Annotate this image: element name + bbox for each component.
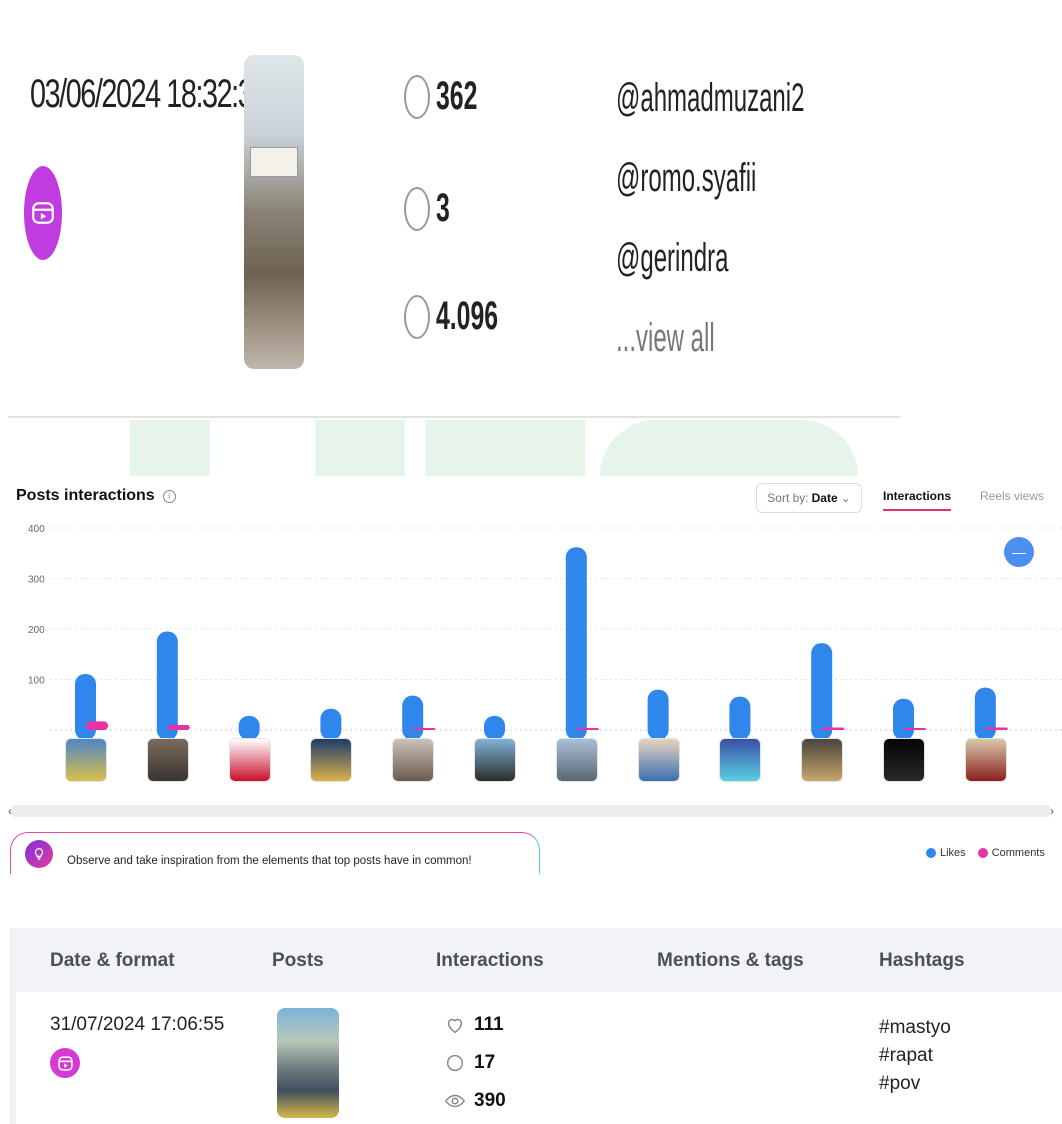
likes-bar xyxy=(974,687,996,738)
eye-icon xyxy=(404,294,430,339)
reel-icon xyxy=(24,166,62,260)
top-post-row: 03/06/2024 18:32:35 362 3 4.096 @ahmadmu… xyxy=(0,0,1062,420)
hashtag[interactable]: #rapat xyxy=(879,1042,951,1070)
hashtag[interactable]: #mastyo xyxy=(879,1014,951,1042)
post-thumbnail[interactable] xyxy=(277,1008,339,1118)
lightbulb-icon xyxy=(25,839,53,868)
comment-icon xyxy=(404,186,430,231)
horizontal-scrollbar[interactable] xyxy=(12,805,1050,817)
comments-stat: 17 xyxy=(444,1052,495,1074)
mention-item[interactable]: @ahmadmuzani2 xyxy=(616,76,804,156)
views-stat: 390 xyxy=(444,1090,506,1112)
comments-stat: 3 xyxy=(404,186,458,231)
likes-bar xyxy=(647,689,669,738)
decorative-block xyxy=(130,420,210,476)
post-thumbnail[interactable] xyxy=(474,738,516,782)
likes-bar xyxy=(156,631,178,738)
likes-bar xyxy=(565,547,587,738)
post-thumbnail[interactable] xyxy=(392,738,435,782)
mention-item[interactable]: @gerindra xyxy=(616,236,804,316)
post-thumbnail[interactable] xyxy=(310,738,353,782)
post-thumbnail[interactable] xyxy=(883,738,925,782)
views-stat: 4.096 xyxy=(404,294,536,339)
comments-bar xyxy=(822,727,845,730)
likes-stat: 362 xyxy=(404,74,503,119)
eye-icon xyxy=(444,1094,466,1108)
table-row[interactable]: 31/07/2024 17:06:55 111 17 390 #mastyo #… xyxy=(16,992,1062,1124)
legend-likes: Likes xyxy=(926,847,966,859)
comments-bar xyxy=(413,727,436,730)
col-mentions-tags[interactable]: Mentions & tags xyxy=(657,950,804,972)
likes-bar xyxy=(729,696,751,738)
post-thumbnail[interactable] xyxy=(65,738,107,782)
decorative-block xyxy=(425,420,585,476)
post-thumbnail[interactable] xyxy=(637,738,680,782)
likes-bar xyxy=(484,715,505,738)
decorative-block xyxy=(600,420,858,476)
table-header: Date & format Posts Interactions Mention… xyxy=(16,928,1062,992)
likes-bar xyxy=(320,708,342,738)
legend-comments: Comments xyxy=(977,847,1045,859)
col-interactions[interactable]: Interactions xyxy=(436,950,544,972)
likes-bar xyxy=(402,695,424,738)
chevron-down-icon: ⌄ xyxy=(840,491,851,505)
tab-interactions[interactable]: Interactions xyxy=(883,489,952,511)
comments-bar xyxy=(985,727,1008,730)
y-tick-label: 300 xyxy=(28,575,45,586)
post-thumbnails-strip xyxy=(0,738,1062,784)
col-posts[interactable]: Posts xyxy=(272,950,324,972)
sort-dropdown[interactable]: Sort by: Date ⌄ xyxy=(756,483,862,513)
chart-legend: Likes Comments xyxy=(926,847,1045,859)
divider xyxy=(8,416,900,418)
likes-bar xyxy=(238,715,260,738)
comment-icon xyxy=(446,1054,464,1072)
info-icon[interactable]: i xyxy=(162,489,176,503)
mention-item[interactable]: @romo.syafii xyxy=(616,156,804,236)
y-tick-label: 200 xyxy=(28,625,45,636)
comments-bar xyxy=(167,724,190,730)
y-tick-label: 100 xyxy=(28,676,45,687)
heart-icon xyxy=(447,1018,463,1034)
reel-icon xyxy=(50,1048,80,1078)
tip-text: Observe and take inspiration from the el… xyxy=(67,854,472,867)
row-datetime: 31/07/2024 17:06:55 xyxy=(50,1014,225,1035)
post-thumbnail[interactable] xyxy=(146,738,189,782)
tab-reels-views[interactable]: Reels views xyxy=(980,489,1044,503)
hashtag[interactable]: #pov xyxy=(879,1070,951,1098)
comments-bar xyxy=(576,728,599,730)
post-thumbnail[interactable] xyxy=(555,738,598,782)
posts-table: Date & format Posts Interactions Mention… xyxy=(10,928,1062,1124)
post-datetime: 03/06/2024 18:32:35 xyxy=(30,72,268,116)
hashtags-list: #mastyo #rapat #pov xyxy=(879,1014,951,1098)
y-tick-label: 400 xyxy=(28,524,45,535)
decorative-block xyxy=(315,420,405,476)
comments-bar xyxy=(904,728,926,730)
post-thumbnail[interactable] xyxy=(801,738,844,782)
view-all-link[interactable]: ...view all xyxy=(616,316,804,396)
post-thumbnail[interactable] xyxy=(719,738,762,782)
comments-bar xyxy=(86,721,108,730)
post-thumbnail[interactable] xyxy=(964,738,1007,782)
col-date-format[interactable]: Date & format xyxy=(50,950,175,972)
post-thumbnail[interactable] xyxy=(228,738,271,782)
insight-tip: Observe and take inspiration from the el… xyxy=(10,832,540,874)
likes-bar xyxy=(893,698,914,738)
collapse-button[interactable]: — xyxy=(1004,537,1034,567)
scroll-right-icon[interactable]: › xyxy=(1050,804,1054,818)
panel-title: Posts interactions i xyxy=(16,487,176,505)
col-hashtags[interactable]: Hashtags xyxy=(879,950,965,972)
heart-icon xyxy=(404,74,430,119)
likes-stat: 111 xyxy=(444,1014,504,1036)
likes-bar xyxy=(811,643,833,738)
mentions-list: @ahmadmuzani2 @romo.syafii @gerindra ...… xyxy=(616,76,930,396)
chart-canvas: 100 200 300 400 xyxy=(28,524,1062,738)
post-thumbnail[interactable] xyxy=(244,55,304,369)
